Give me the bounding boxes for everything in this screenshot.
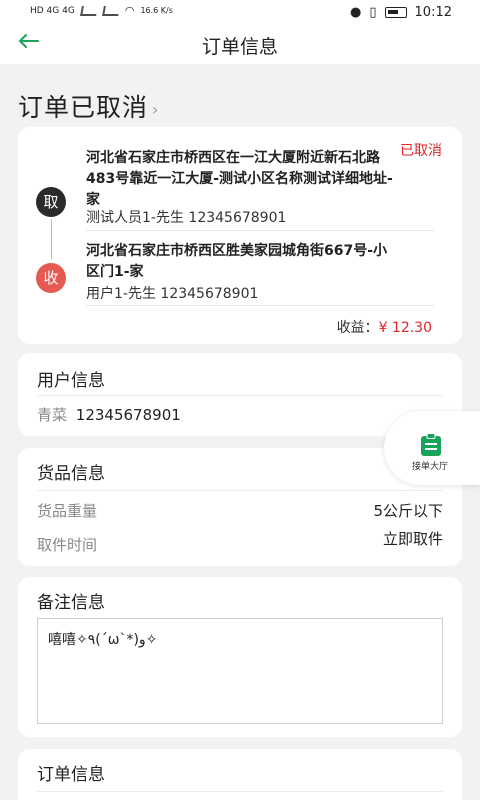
income-label: 收益：	[336, 320, 379, 336]
route-connector	[51, 219, 52, 259]
delivery-address: 河北省石家庄市桥西区胜美家园城角街667号-小区门1-家	[86, 243, 388, 280]
divider	[37, 490, 443, 491]
page-title: 订单信息	[201, 36, 278, 58]
order-info-card: 订单信息	[18, 749, 462, 800]
status-bar: HD 4G 4G ◠ 16.6 K/s ● ▯ 10:12	[0, 0, 480, 26]
user-row: 青菜 12345678901	[37, 404, 181, 425]
divider	[86, 305, 434, 306]
signal-icon	[79, 5, 98, 16]
pickup-pin-icon: 取	[36, 187, 66, 217]
network-label: HD 4G 4G	[30, 5, 75, 16]
pickup-contact: 测试人员1-先生 12345678901	[86, 210, 287, 226]
network-speed: 16.6 K/s	[140, 6, 173, 15]
divider	[37, 791, 443, 792]
remark-info-card: 备注信息 嘻嘻✧٩(ˊωˋ*)و✧	[18, 577, 462, 737]
goods-weight-label: 货品重量	[37, 502, 98, 520]
user-info-title: 用户信息	[37, 371, 105, 391]
navigation-bar: 订单信息	[0, 26, 480, 64]
order-status-text: 订单已取消	[18, 93, 149, 122]
pickup-time-row: 取件时间 立即取件	[37, 530, 443, 555]
pickup-time-value: 立即取件	[382, 530, 443, 548]
pickup-address: 河北省石家庄市桥西区在一江大厦附近新石北路483号靠近一江大厦-测试小区名称测试…	[86, 150, 393, 208]
system-indicators: ● ▯ 10:12	[350, 5, 452, 20]
goods-info-title: 货品信息	[37, 464, 105, 484]
divider	[37, 395, 443, 396]
delivery-contact: 用户1-先生 12345678901	[86, 286, 259, 302]
income-row: 收益：¥ 12.30	[337, 317, 432, 337]
order-info-title: 订单信息	[37, 765, 105, 785]
battery-icon	[384, 7, 407, 18]
location-icon: ●	[350, 5, 362, 20]
order-status-heading[interactable]: 订单已取消 ›	[18, 88, 159, 124]
chevron-right-icon: ›	[152, 99, 160, 119]
income-amount: ¥ 12.30	[378, 320, 432, 336]
network-indicators: HD 4G 4G ◠ 16.6 K/s	[30, 4, 173, 17]
wifi-icon: ◠	[124, 4, 135, 17]
clock: 10:12	[414, 5, 452, 20]
address-card: 已取消 取 收 河北省石家庄市桥西区在一江大厦附近新石北路483号靠近一江大厦-…	[18, 127, 462, 344]
goods-weight-row: 货品重量 5公斤以下	[37, 500, 443, 521]
pickup-time-label: 取件时间	[37, 536, 98, 554]
delivery-pin-icon: 收	[36, 263, 66, 293]
order-hall-label: 接单大厅	[412, 462, 449, 472]
user-name: 青菜	[37, 406, 68, 424]
order-hall-float-button[interactable]: 接单大厅	[384, 411, 480, 485]
user-phone[interactable]: 12345678901	[76, 406, 181, 424]
cancelled-badge: 已取消	[400, 143, 442, 159]
remark-info-title: 备注信息	[37, 593, 105, 613]
divider	[86, 230, 434, 231]
clipboard-icon	[421, 433, 441, 456]
vibrate-icon: ▯	[369, 5, 377, 20]
signal-icon-2	[101, 5, 120, 16]
remark-content: 嘻嘻✧٩(ˊωˋ*)و✧	[37, 618, 443, 724]
goods-weight-value: 5公斤以下	[373, 502, 443, 520]
